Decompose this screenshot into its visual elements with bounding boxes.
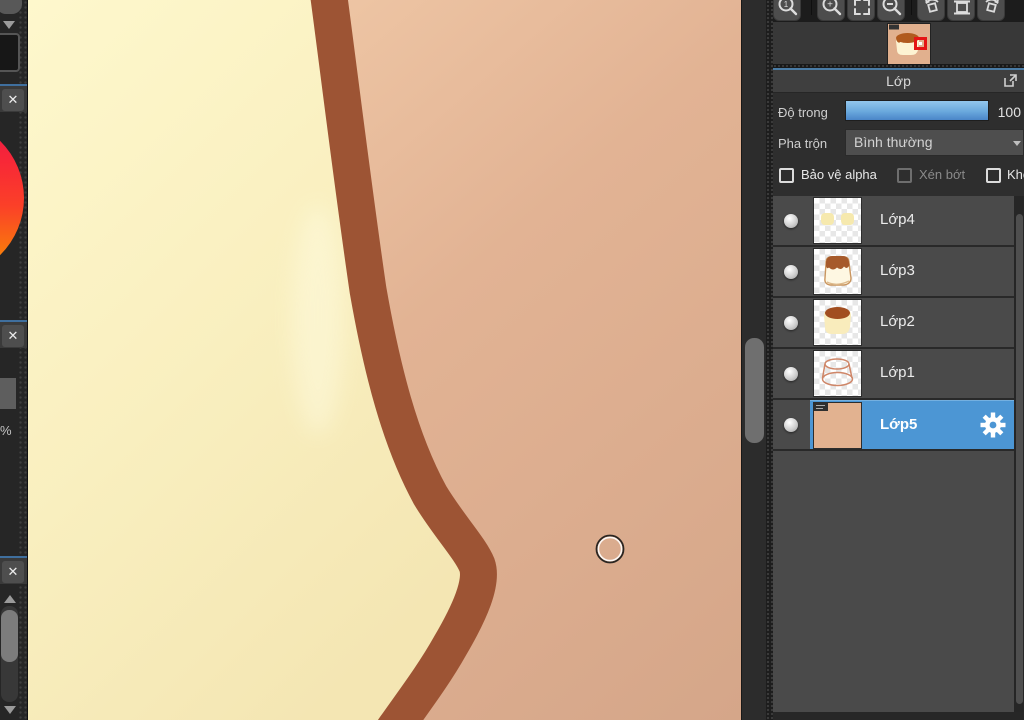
rotate-right-icon [985,0,999,13]
visibility-dot[interactable] [784,214,798,228]
layer-list-scrollbar-thumb[interactable] [1016,214,1023,704]
layer-row-body[interactable]: Lớp3 [810,247,1014,296]
fit-to-screen-button[interactable] [847,0,875,21]
cream-highlight [292,205,344,435]
navigator-thumbnail[interactable] [888,24,930,64]
canvas-artwork [28,0,741,720]
layer-thumbnail [814,403,861,448]
layer-thumbnail [814,249,861,294]
layer-list-empty-area[interactable] [773,451,1014,712]
zoom-in-button[interactable]: + [817,0,845,21]
layer-row-lop3[interactable]: Lớp3 [773,247,1014,298]
app-window: ✕ ✕ % ✕ 1 + Lớp Độ trong 100 Pha trộn Bì… [0,0,1024,720]
svg-text:+: + [827,0,833,11]
zoom-out-button[interactable] [877,0,905,21]
layer-thumbnail [814,351,861,396]
canvas-vertical-scrollbar[interactable] [741,0,766,720]
blend-mode-select[interactable]: Bình thường [845,129,1024,156]
blend-mode-value: Bình thường [854,134,933,150]
layer-name: Lớp2 [880,313,915,330]
close-icon[interactable]: ✕ [2,89,24,111]
dock-panel-header-brushlist: ✕ [0,556,27,584]
left-dock-panels: ✕ ✕ % ✕ [0,0,28,720]
magnifier-plus-icon: + [822,0,842,16]
chevron-down-icon[interactable] [3,21,15,29]
layer-row-lop4[interactable]: Lớp4 [773,196,1014,247]
rotate-right-button[interactable] [977,0,1005,21]
layer-settings-gear-icon[interactable] [980,412,1006,438]
toolbar-separator [911,0,912,15]
layer-name: Lớp1 [880,364,915,381]
protect-alpha-checkbox[interactable] [779,168,794,183]
layer-type-badge [814,403,828,411]
opacity-value: 100 [997,104,1021,120]
brush-opacity-percent-label: % [0,423,12,438]
layer-name: Lớp3 [880,262,915,279]
chevron-down-icon [1013,141,1021,146]
rotate-left-button[interactable] [917,0,945,21]
scroll-down-arrow[interactable] [4,706,16,714]
layer-row-lop2[interactable]: Lớp2 [773,298,1014,349]
close-icon[interactable]: ✕ [2,325,24,347]
layer-list-scrollbar[interactable] [1014,196,1024,712]
rotate-left-icon [925,0,939,13]
layer-thumbnail [814,198,861,243]
layer-row-lop1[interactable]: Lớp1 [773,349,1014,400]
panel-bottom-strip [773,712,1024,720]
layer-row-body[interactable]: Lớp4 [810,196,1014,245]
svg-text:1: 1 [784,0,789,9]
fit-screen-icon [854,0,870,15]
lock-label: Khó [1007,167,1024,182]
opacity-label: Độ trong [778,105,828,120]
layer-row-lop5-selected[interactable]: Lớp5 [773,400,1014,451]
layer-list: Lớp4 Lớp3 Lớp2 Lớp1 Lớp5 [773,196,1014,451]
layer-row-body[interactable]: Lớp2 [810,298,1014,347]
layer-panel-header[interactable]: Lớp [773,70,1024,93]
right-dock: 1 + Lớp Độ trong 100 Pha trộn Bình thườn… [773,0,1024,720]
dock-scrollbar[interactable] [1,606,18,702]
visibility-column [773,196,810,245]
close-icon[interactable]: ✕ [2,561,24,583]
canvas-scrollbar-thumb[interactable] [745,338,764,443]
dock-panel-header-brush: ✕ [0,320,27,348]
navigator-strip [773,22,1024,64]
layer-panel-title: Lớp [886,73,911,89]
toolbar-separator [811,0,812,15]
protect-alpha-label: Bảo vệ alpha [801,167,877,182]
visibility-column [773,400,810,449]
magnifier-1-icon: 1 [778,0,798,16]
brush-preview-box[interactable] [0,378,16,409]
dock-divider-grip[interactable] [766,0,773,720]
clipping-checkbox [897,168,912,183]
reset-view-button[interactable] [947,0,975,21]
opacity-slider[interactable] [845,100,989,121]
layer-row-body[interactable]: Lớp1 [810,349,1014,398]
visibility-column [773,247,810,296]
blend-mode-label: Pha trộn [778,136,828,151]
layer-name: Lớp5 [880,416,918,433]
scroll-up-arrow[interactable] [4,595,16,603]
layer-row-body[interactable]: Lớp5 [810,400,1014,449]
visibility-dot[interactable] [784,418,798,432]
reset-canvas-icon [954,0,970,15]
layer-thumbnail [814,300,861,345]
navigator-pudding-preview [889,24,927,55]
magnifier-minus-icon [882,0,902,16]
dock-scrollbar-thumb[interactable] [1,610,18,662]
visibility-column [773,349,810,398]
clipping-label: Xén bớt [919,167,966,182]
view-toolbar: 1 + [773,0,1024,22]
visibility-column [773,298,810,347]
visibility-dot[interactable] [784,265,798,279]
dock-panel-header-color: ✕ [0,84,27,112]
zoom-actual-size-button[interactable]: 1 [773,0,801,21]
visibility-dot[interactable] [784,367,798,381]
color-swatch-box[interactable] [0,33,20,72]
visibility-dot[interactable] [784,316,798,330]
lock-checkbox[interactable] [986,168,1001,183]
layer-name: Lớp4 [880,211,915,228]
drawing-canvas[interactable] [28,0,741,720]
popout-icon[interactable] [1003,73,1018,88]
